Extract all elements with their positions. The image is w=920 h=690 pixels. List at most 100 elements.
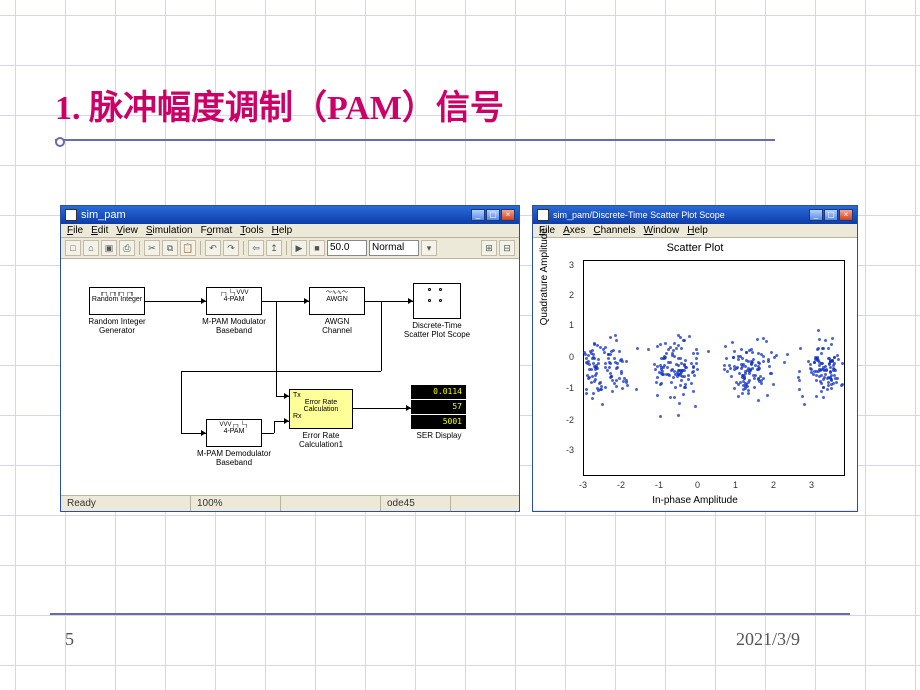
lib-browser-icon[interactable]: ⊞: [481, 240, 497, 256]
awgn-block[interactable]: ～∿∿～ AWGN: [309, 287, 365, 315]
simulink-canvas[interactable]: ╓┐┌╖╓┐┌╖ Random Integer Random Integer G…: [61, 259, 519, 495]
app-icon: [537, 209, 549, 221]
random-integer-label: Random Integer Generator: [71, 317, 163, 335]
mpam-modulator-block[interactable]: ┌┐└┐VVV 4-PAM: [206, 287, 262, 315]
menu-help[interactable]: Help: [687, 225, 708, 236]
copy-icon[interactable]: ⧉: [162, 240, 178, 256]
scatter-scope-label: Discrete-Time Scatter Plot Scope: [401, 321, 473, 339]
scatter-chart-area: Scatter Plot Quadrature Amplitude In-pha…: [533, 238, 857, 510]
print-icon[interactable]: ⎙: [119, 240, 135, 256]
maximize-button[interactable]: ▢: [486, 209, 500, 221]
up-icon[interactable]: ↥: [266, 240, 282, 256]
minimize-button[interactable]: _: [471, 209, 485, 221]
redo-icon[interactable]: ↷: [223, 240, 239, 256]
ser-display-label: SER Display: [403, 431, 475, 440]
scatter-window-title: sim_pam/Discrete-Time Scatter Plot Scope: [553, 210, 809, 220]
dropdown-icon[interactable]: ▾: [421, 240, 437, 256]
xtick: 3: [809, 480, 814, 490]
ytick: -1: [566, 383, 574, 393]
status-ready: Ready: [61, 496, 191, 511]
mpam-demod-block[interactable]: VVV┌┐└┐ 4-PAM: [206, 419, 262, 447]
menu-window[interactable]: Window: [644, 225, 680, 236]
simulink-window-title: sim_pam: [81, 209, 471, 221]
play-icon[interactable]: ▶: [291, 240, 307, 256]
scatter-menubar: File Axes Channels Window Help: [533, 224, 857, 238]
menu-edit[interactable]: Edit: [91, 225, 108, 236]
simulink-toolbar: □ ⌂ ▣ ⎙ ✂ ⧉ 📋 ↶ ↷ ⇦ ↥ ▶ ■ 50.0 Normal ▾: [61, 238, 519, 259]
xtick: -2: [617, 480, 625, 490]
menu-tools[interactable]: Tools: [240, 225, 263, 236]
cut-icon[interactable]: ✂: [144, 240, 160, 256]
random-integer-block-text: Random Integer: [90, 296, 144, 303]
menu-view[interactable]: View: [116, 225, 138, 236]
title-bullet: [55, 137, 65, 147]
maximize-button[interactable]: ▢: [824, 209, 838, 221]
ser-value-2: 5001: [411, 415, 466, 429]
simulink-window: sim_pam _ ▢ × File Edit View Simulation …: [60, 205, 520, 512]
close-button[interactable]: ×: [501, 209, 515, 221]
awgn-label: AWGN Channel: [309, 317, 365, 335]
ytick: -3: [566, 445, 574, 455]
title-underline: [55, 139, 775, 141]
simulink-titlebar: sim_pam _ ▢ ×: [61, 206, 519, 224]
scatter-window: sim_pam/Discrete-Time Scatter Plot Scope…: [532, 205, 858, 512]
menu-help[interactable]: Help: [272, 225, 293, 236]
menu-simulation[interactable]: Simulation: [146, 225, 193, 236]
ytick: 3: [569, 260, 574, 270]
minimize-button[interactable]: _: [809, 209, 823, 221]
error-rate-label: Error Rate Calculation1: [283, 431, 359, 449]
scatter-scope-block[interactable]: [413, 283, 461, 319]
awgn-block-text: AWGN: [310, 296, 364, 303]
paste-icon[interactable]: 📋: [180, 240, 196, 256]
xtick: 0: [695, 480, 700, 490]
simulink-statusbar: Ready 100% ode45: [61, 495, 519, 511]
page-date: 2021/3/9: [736, 629, 800, 650]
random-integer-block[interactable]: ╓┐┌╖╓┐┌╖ Random Integer: [89, 287, 145, 315]
simulink-menubar: File Edit View Simulation Format Tools H…: [61, 224, 519, 238]
slide: 1. 脉冲幅度调制（PAM）信号 sim_pam _ ▢ × File Edit…: [0, 0, 920, 690]
xtick: -1: [655, 480, 663, 490]
app-icon: [65, 209, 77, 221]
ser-display[interactable]: 0.0114 57 5001: [411, 385, 466, 430]
scatter-icon: [428, 288, 446, 306]
scatter-xlabel: In-phase Amplitude: [533, 495, 857, 506]
close-button[interactable]: ×: [839, 209, 853, 221]
menu-format[interactable]: Format: [201, 225, 233, 236]
status-zoom: 100%: [191, 496, 281, 511]
ytick: 0: [569, 352, 574, 362]
stop-icon[interactable]: ■: [309, 240, 325, 256]
mpam-modulator-label: M-PAM Modulator Baseband: [196, 317, 272, 335]
xtick: 2: [771, 480, 776, 490]
ytick: 2: [569, 290, 574, 300]
footer-line: [50, 613, 850, 615]
scatter-chart-title: Scatter Plot: [533, 238, 857, 254]
new-file-icon[interactable]: □: [65, 240, 81, 256]
simulation-mode-field[interactable]: Normal: [369, 240, 419, 256]
menu-file[interactable]: File: [67, 225, 83, 236]
scatter-plot: [583, 260, 845, 476]
model-explorer-icon[interactable]: ⊟: [499, 240, 515, 256]
slide-title: 1. 脉冲幅度调制（PAM）信号: [55, 80, 775, 129]
open-file-icon[interactable]: ⌂: [83, 240, 99, 256]
error-rate-block-text: Error Rate Calculation: [293, 399, 349, 413]
mpam-demod-block-text: 4-PAM: [207, 428, 261, 435]
back-icon[interactable]: ⇦: [248, 240, 264, 256]
save-icon[interactable]: ▣: [101, 240, 117, 256]
error-rate-block[interactable]: Tx Error Rate Calculation Rx: [289, 389, 353, 429]
xtick: -3: [579, 480, 587, 490]
menu-channels[interactable]: Channels: [593, 225, 635, 236]
status-solver: ode45: [381, 496, 451, 511]
mpam-demod-label: M-PAM Demodulator Baseband: [196, 449, 272, 467]
page-number: 5: [65, 629, 74, 650]
undo-icon[interactable]: ↶: [205, 240, 221, 256]
xtick: 1: [733, 480, 738, 490]
ser-value-1: 57: [411, 400, 466, 414]
scatter-titlebar: sim_pam/Discrete-Time Scatter Plot Scope…: [533, 206, 857, 224]
window-buttons: _ ▢ ×: [809, 209, 853, 221]
menu-axes[interactable]: Axes: [563, 225, 585, 236]
ytick: -2: [566, 415, 574, 425]
scatter-ylabel: Quadrature Amplitude: [539, 228, 550, 325]
mpam-modulator-block-text: 4-PAM: [207, 296, 261, 303]
stop-time-field[interactable]: 50.0: [327, 240, 367, 256]
ser-value-0: 0.0114: [411, 385, 466, 399]
